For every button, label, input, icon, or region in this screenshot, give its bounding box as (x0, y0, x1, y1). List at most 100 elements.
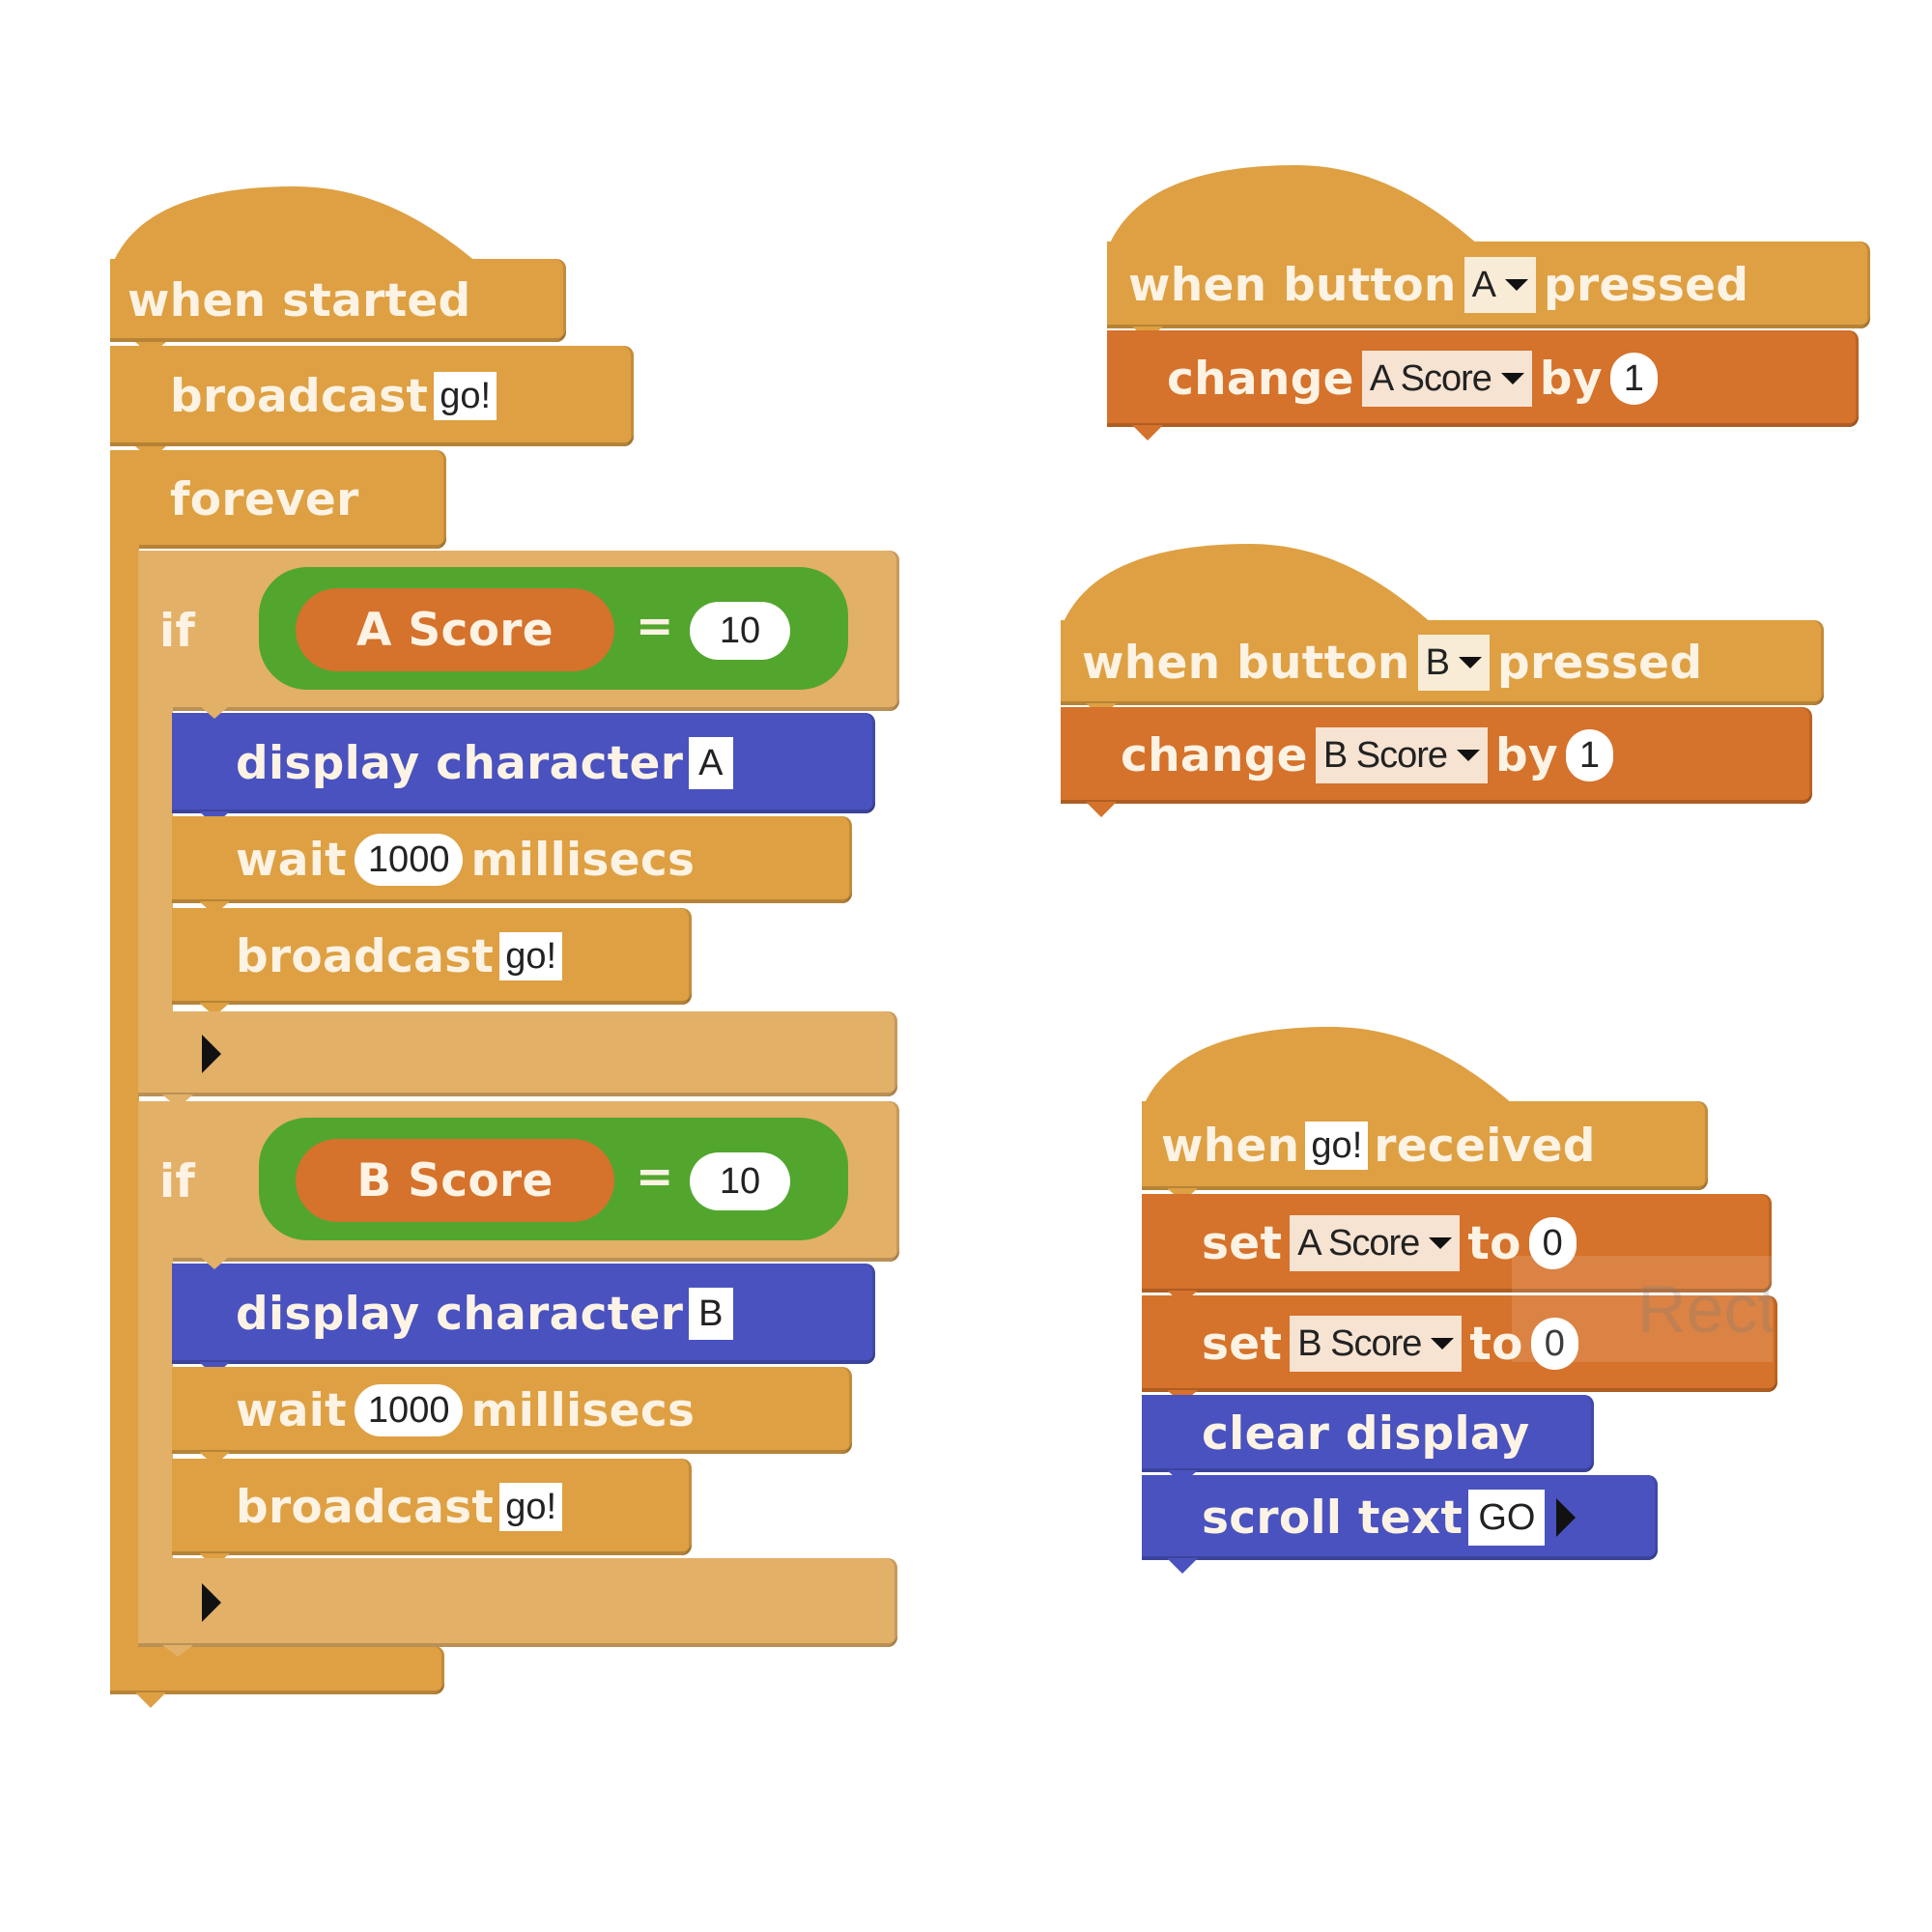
expand-arrow-icon[interactable] (202, 1583, 221, 1622)
variable-dropdown-value: A Score (1369, 358, 1492, 399)
when-button-label: when button (1082, 636, 1410, 690)
dropdown-arrow-icon (1505, 279, 1529, 291)
character-input[interactable]: A (689, 737, 733, 789)
hat-block-dome (1063, 544, 1433, 624)
expand-arrow-icon[interactable] (202, 1035, 221, 1073)
equals-predicate-a[interactable]: A Score = 10 (259, 567, 848, 690)
button-dropdown[interactable]: B (1417, 635, 1491, 691)
variable-dropdown[interactable]: A Score (1290, 1215, 1461, 1271)
variable-name: A Score (356, 603, 554, 657)
when-button-label: when button (1128, 258, 1457, 312)
display-character-label: display character (236, 1287, 684, 1341)
display-character-label: display character (236, 736, 684, 790)
watermark-overlay: Recta (1512, 1256, 1773, 1362)
compare-value-input[interactable]: 10 (690, 602, 790, 660)
broadcast-message-input[interactable]: go! (499, 1483, 563, 1531)
wait-unit-label: millisecs (470, 833, 696, 887)
compare-value-input[interactable]: 10 (690, 1152, 790, 1210)
hat-block-dome (113, 186, 477, 263)
forever-bottom (110, 1646, 444, 1694)
broadcast-block-a[interactable]: broadcast go! (172, 908, 692, 1005)
by-label: by (1539, 352, 1603, 406)
forever-block[interactable]: forever (110, 450, 446, 549)
set-label: set (1202, 1317, 1283, 1371)
connector-notch (199, 705, 230, 719)
change-variable-block[interactable]: change A Score by 1 (1107, 330, 1859, 427)
button-dropdown-value: B (1425, 642, 1450, 683)
change-amount-input[interactable]: 1 (1609, 353, 1658, 405)
if-arm (138, 705, 173, 1014)
variable-dropdown-value: A Score (1297, 1223, 1420, 1264)
connector-notch (1167, 1558, 1198, 1574)
connector-notch (135, 446, 166, 460)
script-canvas[interactable]: when started broadcast go! forever if A … (0, 0, 1932, 1932)
change-label: change (1167, 352, 1354, 406)
variable-dropdown[interactable]: B Score (1290, 1316, 1463, 1372)
wait-duration-input[interactable]: 1000 (354, 1384, 464, 1436)
broadcast-block-b[interactable]: broadcast go! (172, 1459, 692, 1555)
by-label: by (1495, 728, 1558, 782)
when-started-block[interactable]: when started (110, 259, 566, 342)
hat-block-dome (1109, 165, 1479, 245)
display-character-block-b[interactable]: display character B (172, 1264, 875, 1364)
variable-dropdown-value: B Score (1322, 735, 1448, 776)
wait-unit-label: millisecs (470, 1383, 696, 1437)
character-input[interactable]: B (689, 1288, 733, 1340)
wait-duration-input[interactable]: 1000 (354, 834, 464, 886)
connector-notch (135, 1692, 166, 1708)
variable-reporter-b-score[interactable]: B Score (296, 1139, 614, 1222)
clear-display-block[interactable]: clear display (1142, 1395, 1594, 1472)
wait-block-a[interactable]: wait 1000 millisecs (172, 816, 852, 903)
wait-block-b[interactable]: wait 1000 millisecs (172, 1367, 852, 1454)
message-input[interactable]: go! (1305, 1122, 1369, 1170)
equals-operator: = (636, 1151, 674, 1204)
equals-operator: = (636, 600, 674, 653)
change-variable-block[interactable]: change B Score by 1 (1061, 707, 1812, 804)
pressed-label: pressed (1497, 636, 1703, 690)
scroll-text-input[interactable]: GO (1468, 1490, 1546, 1546)
change-label: change (1121, 728, 1308, 782)
variable-reporter-a-score[interactable]: A Score (296, 588, 614, 671)
scroll-text-label: scroll text (1202, 1491, 1463, 1545)
when-received-block[interactable]: when go! received (1142, 1101, 1708, 1190)
broadcast-label: broadcast (170, 369, 429, 423)
connector-notch (1132, 425, 1163, 440)
if-label: if (159, 1154, 196, 1208)
button-dropdown-value: A (1471, 265, 1496, 305)
when-label: when (1161, 1119, 1300, 1173)
clear-display-label: clear display (1202, 1406, 1530, 1461)
scroll-text-block[interactable]: scroll text GO (1142, 1475, 1658, 1560)
set-label: set (1202, 1216, 1283, 1270)
connector-notch (162, 1645, 193, 1657)
connector-notch (1086, 802, 1117, 817)
variable-dropdown[interactable]: A Score (1361, 351, 1532, 407)
dropdown-arrow-icon (1500, 373, 1524, 384)
when-button-pressed-block[interactable]: when button A pressed (1107, 242, 1870, 328)
display-character-block-a[interactable]: display character A (172, 713, 875, 813)
if-label: if (159, 604, 196, 658)
broadcast-message-input[interactable]: go! (499, 932, 563, 980)
equals-predicate-b[interactable]: B Score = 10 (259, 1118, 848, 1240)
change-amount-input[interactable]: 1 (1565, 729, 1614, 781)
button-dropdown[interactable]: A (1463, 257, 1537, 313)
pressed-label: pressed (1544, 258, 1749, 312)
dropdown-arrow-icon (1431, 1338, 1455, 1350)
broadcast-message-input[interactable]: go! (434, 372, 497, 420)
variable-dropdown-value: B Score (1297, 1323, 1422, 1364)
connector-notch (199, 1256, 230, 1269)
dropdown-arrow-icon (1457, 750, 1480, 761)
forever-arm (110, 541, 139, 1652)
when-button-pressed-block[interactable]: when button B pressed (1061, 620, 1824, 705)
forever-label: forever (170, 472, 359, 526)
broadcast-block[interactable]: broadcast go! (110, 346, 634, 446)
variable-name: B Score (356, 1153, 554, 1208)
variable-dropdown[interactable]: B Score (1315, 727, 1488, 783)
if-bottom-b (138, 1558, 897, 1647)
expand-arrow-icon[interactable] (1556, 1498, 1577, 1537)
wait-label: wait (236, 833, 347, 887)
dropdown-arrow-icon (1429, 1237, 1453, 1249)
wait-label: wait (236, 1383, 347, 1437)
received-label: received (1374, 1119, 1596, 1173)
connector-notch (135, 342, 166, 355)
broadcast-label: broadcast (236, 929, 495, 983)
